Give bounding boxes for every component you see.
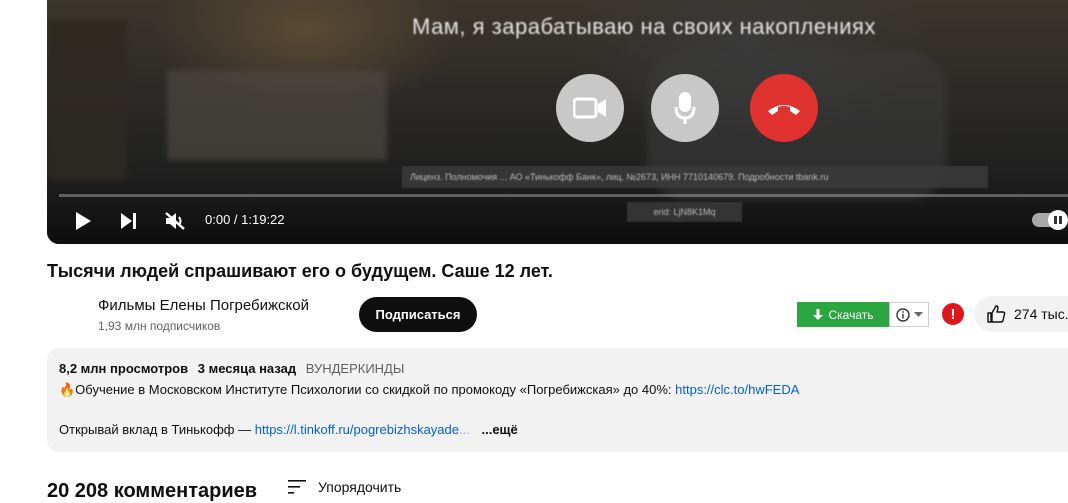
next-icon [121,213,136,229]
video-camera-icon [556,74,624,142]
video-title: Тысячи людей спрашивают его о будущем. С… [47,261,553,281]
description-meta: 8,2 млн просмотров 3 месяца назад ВУНДЕР… [59,361,410,376]
thumbs-up-icon [987,305,1006,323]
phone-hangup-icon [750,74,818,142]
ad-erid-text: erid: LjN8K1Mq [627,202,742,222]
time-display: 0:00 / 1:19:22 [205,212,285,227]
description-text: Открывай вклад в Тинькофф — [59,422,255,437]
comments-count: 20 208 комментариев [47,480,258,502]
play-icon [76,212,91,230]
subscriber-count: 1,93 млн подписчиков [98,319,221,333]
next-button[interactable] [115,208,143,234]
video-player[interactable]: Мам, я зарабатываю на своих накоплениях … [47,0,1068,244]
mute-button[interactable] [161,208,189,234]
description-fade: ... [459,422,470,437]
alert-icon[interactable]: ! [942,303,964,325]
upload-date: 3 месяца назад [197,361,297,376]
show-more-button[interactable]: ...ещё [481,422,517,437]
progress-bar[interactable] [59,194,1068,197]
autoplay-pause-icon [1048,210,1068,230]
download-options-button[interactable] [889,302,929,327]
like-count: 274 тыс. [1014,306,1068,322]
description-text: 🔥Обучение в Московском Институте Психоло… [59,382,676,397]
description-link[interactable]: https://l.tinkoff.ru/pogrebizhskayade [255,422,459,437]
autoplay-toggle[interactable] [1032,210,1068,230]
view-count: 8,2 млн просмотров [59,361,189,376]
channel-name-link[interactable]: Фильмы Елены Погребижской [98,297,309,314]
scene-sofa [167,70,387,160]
like-button[interactable]: 274 тыс. [974,296,1068,332]
chevron-down-icon [913,311,923,317]
play-button[interactable] [69,208,97,234]
ad-legal-text: Лиценз. Полномочия ... АО «Тинькофф Банк… [402,166,988,188]
subscribe-button[interactable]: Подписаться [359,297,477,332]
muted-speaker-icon [165,212,185,230]
download-button[interactable]: Скачать [797,302,889,327]
description-line: Открывай вклад в Тинькофф — https://l.ti… [59,422,518,437]
download-label: Скачать [828,307,874,322]
hashtag-link[interactable]: ВУНДЕРКИНДЫ [306,361,405,376]
description-line: 🔥Обучение в Московском Институте Психоло… [59,382,799,398]
scene-shelf [47,20,127,180]
video-subtitle: Мам, я зарабатываю на своих накоплениях [412,14,876,39]
info-icon [895,307,910,322]
description-box[interactable]: 8,2 млн просмотров 3 месяца назад ВУНДЕР… [47,348,1068,452]
sort-icon[interactable] [288,480,306,494]
description-link[interactable]: https://clc.to/hwFEDA [675,382,799,397]
microphone-icon [651,74,719,142]
download-arrow-icon [812,308,823,320]
